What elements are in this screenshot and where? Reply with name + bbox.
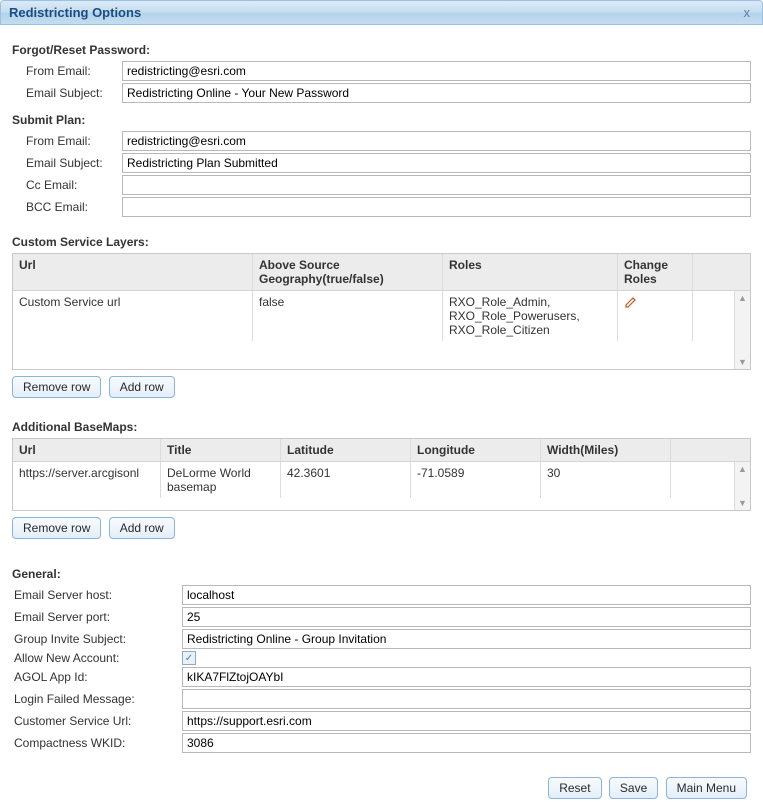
general-wkid-label: Compactness WKID: xyxy=(12,736,182,750)
general-host-label: Email Server host: xyxy=(12,588,182,602)
general-login-input[interactable] xyxy=(182,689,751,709)
submit-from-input[interactable] xyxy=(122,131,751,151)
edit-icon[interactable] xyxy=(624,295,686,309)
footer-buttons: Reset Save Main Menu xyxy=(0,767,763,803)
general-port-input[interactable] xyxy=(182,607,751,627)
section-general-heading: General: xyxy=(12,567,751,581)
save-button[interactable]: Save xyxy=(609,777,658,799)
cell-bm-title: DeLorme World basemap xyxy=(161,462,281,498)
table-row[interactable]: Custom Service url false RXO_Role_Admin,… xyxy=(13,291,750,341)
table-row[interactable]: https://server.arcgisonl DeLorme World b… xyxy=(13,462,750,498)
layers-add-button[interactable]: Add row xyxy=(109,376,175,398)
submit-bcc-label: BCC Email: xyxy=(12,200,122,214)
general-agol-label: AGOL App Id: xyxy=(12,670,182,684)
cell-above: false xyxy=(253,291,443,341)
close-icon[interactable]: x xyxy=(740,5,755,20)
col-bm-lat: Latitude xyxy=(281,439,411,461)
col-bm-title: Title xyxy=(161,439,281,461)
col-roles: Roles xyxy=(443,254,618,290)
col-change: Change Roles xyxy=(618,254,693,290)
main-menu-button[interactable]: Main Menu xyxy=(666,777,747,799)
dialog-title: Redistricting Options xyxy=(9,5,141,20)
basemaps-grid-header: Url Title Latitude Longitude Width(Miles… xyxy=(13,439,750,462)
titlebar: Redistricting Options x xyxy=(0,0,763,25)
submit-bcc-input[interactable] xyxy=(122,197,751,217)
submit-from-label: From Email: xyxy=(12,134,122,148)
layers-grid: Url Above Source Geography(true/false) R… xyxy=(12,253,751,370)
basemaps-grid: Url Title Latitude Longitude Width(Miles… xyxy=(12,438,751,511)
cell-bm-width: 30 xyxy=(541,462,671,498)
layers-remove-button[interactable]: Remove row xyxy=(12,376,101,398)
general-login-label: Login Failed Message: xyxy=(12,692,182,706)
scrollbar[interactable]: ▲▼ xyxy=(734,291,750,369)
section-submit-heading: Submit Plan: xyxy=(12,113,751,127)
cell-url: Custom Service url xyxy=(13,291,253,341)
submit-subject-input[interactable] xyxy=(122,153,751,173)
section-forgot-heading: Forgot/Reset Password: xyxy=(12,43,751,57)
general-allow-label: Allow New Account: xyxy=(12,651,182,665)
cell-bm-lat: 42.3601 xyxy=(281,462,411,498)
general-wkid-input[interactable] xyxy=(182,733,751,753)
col-bm-width: Width(Miles) xyxy=(541,439,671,461)
dialog-content: Forgot/Reset Password: From Email: Email… xyxy=(0,25,763,767)
general-agol-input[interactable] xyxy=(182,667,751,687)
cell-bm-url: https://server.arcgisonl xyxy=(13,462,161,498)
submit-subject-label: Email Subject: xyxy=(12,156,122,170)
col-above: Above Source Geography(true/false) xyxy=(253,254,443,290)
basemaps-add-button[interactable]: Add row xyxy=(109,517,175,539)
col-bm-url: Url xyxy=(13,439,161,461)
general-port-label: Email Server port: xyxy=(12,610,182,624)
section-layers-heading: Custom Service Layers: xyxy=(12,235,751,249)
general-cust-label: Customer Service Url: xyxy=(12,714,182,728)
cell-roles: RXO_Role_Admin, RXO_Role_Powerusers, RXO… xyxy=(443,291,618,341)
forgot-subject-input[interactable] xyxy=(122,83,751,103)
cell-bm-lon: -71.0589 xyxy=(411,462,541,498)
col-bm-lon: Longitude xyxy=(411,439,541,461)
scrollbar[interactable]: ▲▼ xyxy=(734,462,750,510)
basemaps-remove-button[interactable]: Remove row xyxy=(12,517,101,539)
col-url: Url xyxy=(13,254,253,290)
general-group-input[interactable] xyxy=(182,629,751,649)
general-group-label: Group Invite Subject: xyxy=(12,632,182,646)
cell-change xyxy=(618,291,693,341)
submit-cc-label: Cc Email: xyxy=(12,178,122,192)
forgot-from-input[interactable] xyxy=(122,61,751,81)
section-basemaps-heading: Additional BaseMaps: xyxy=(12,420,751,434)
forgot-from-label: From Email: xyxy=(12,64,122,78)
layers-grid-header: Url Above Source Geography(true/false) R… xyxy=(13,254,750,291)
allow-new-account-checkbox[interactable]: ✓ xyxy=(182,651,196,665)
reset-button[interactable]: Reset xyxy=(548,777,601,799)
submit-cc-input[interactable] xyxy=(122,175,751,195)
general-cust-input[interactable] xyxy=(182,711,751,731)
forgot-subject-label: Email Subject: xyxy=(12,86,122,100)
general-host-input[interactable] xyxy=(182,585,751,605)
